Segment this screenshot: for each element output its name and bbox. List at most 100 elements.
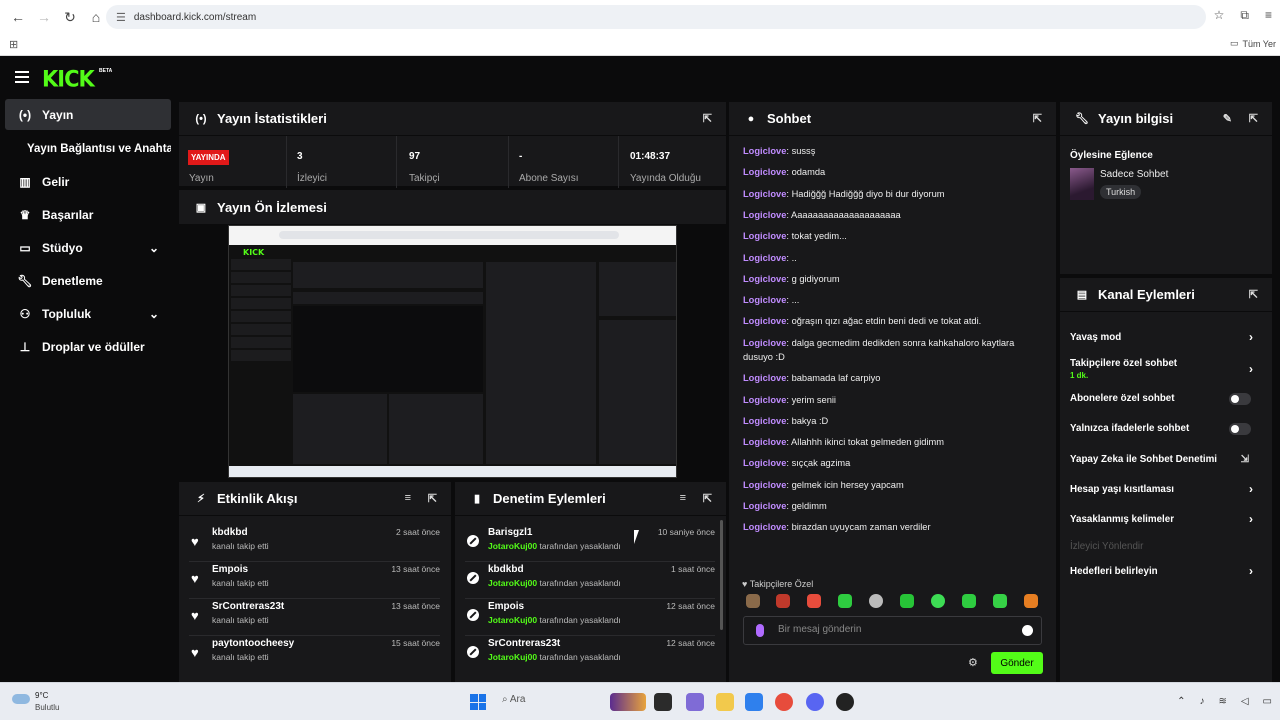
emote-icon[interactable] — [1024, 594, 1038, 608]
chat-username[interactable]: Logiclove — [743, 373, 786, 383]
banned-words-row[interactable]: Yasaklanmış kelimeler › — [1070, 512, 1265, 526]
chat-username[interactable]: Logiclove — [743, 295, 786, 305]
emote-icon[interactable] — [776, 594, 790, 608]
filter-icon[interactable]: ≡ — [680, 492, 686, 504]
file-explorer-icon[interactable] — [716, 693, 734, 711]
reading-list-icon[interactable]: ≡ — [1265, 8, 1272, 23]
emoji-icon[interactable] — [1022, 625, 1033, 636]
volume-icon[interactable]: ◁ — [1241, 696, 1249, 707]
send-button[interactable]: Gönder — [991, 652, 1043, 674]
username[interactable]: kbdkbd — [488, 564, 524, 575]
category-name[interactable]: Sadece Sohbet — [1100, 169, 1168, 180]
microphone-tray-icon[interactable]: ♪ — [1199, 696, 1204, 707]
username[interactable]: Empois — [212, 564, 248, 575]
external-link-icon: ⇲ — [1240, 454, 1249, 465]
popout-icon[interactable]: ⇱ — [1033, 112, 1042, 125]
windows-start-icon[interactable] — [470, 694, 486, 710]
account-age-row[interactable]: Hesap yaşı kısıtlaması › — [1070, 482, 1265, 496]
sidebar-item-drops[interactable]: ⊥ Droplar ve ödüller — [5, 331, 171, 362]
chat-username[interactable]: Logiclove — [743, 437, 786, 447]
username[interactable]: Empois — [488, 601, 524, 612]
popout-icon[interactable]: ⇱ — [703, 492, 712, 505]
wifi-icon[interactable]: ≋ — [1218, 696, 1226, 707]
sidebar-item-stream-key[interactable]: Yayın Bağlantısı ve Anahtarı — [5, 133, 171, 164]
chat-username[interactable]: Logiclove — [743, 316, 786, 326]
edit-pencil-icon[interactable]: ✎ — [1223, 112, 1232, 125]
menu-icon[interactable] — [15, 71, 29, 83]
chat-username[interactable]: Logiclove — [743, 253, 786, 263]
popout-icon[interactable]: ⇱ — [428, 492, 437, 505]
emote-icon[interactable] — [993, 594, 1007, 608]
bookmark-star-icon[interactable]: ☆ — [1214, 8, 1225, 23]
copilot-icon[interactable] — [686, 693, 704, 711]
gear-icon[interactable]: ⚙ — [968, 656, 978, 669]
stream-preview-video[interactable]: KICK — [228, 225, 677, 478]
sidebar-item-revenue[interactable]: ▥ Gelir — [5, 166, 171, 197]
microphone-icon[interactable] — [756, 624, 764, 637]
apps-grid-icon[interactable]: ⊞ — [9, 38, 18, 51]
set-goals-row[interactable]: Hedefleri belirleyin › — [1070, 564, 1265, 578]
app-icon[interactable] — [836, 693, 854, 711]
back-icon[interactable]: ← — [6, 5, 30, 29]
sidebar-item-community[interactable]: ⚇ Topluluk ⌄ — [5, 298, 171, 329]
emote-icon[interactable] — [900, 594, 914, 608]
chat-username[interactable]: Logiclove — [743, 458, 786, 468]
sidebar-item-moderation[interactable]: 🔧︎ Denetleme — [5, 265, 171, 296]
ai-moderation-row[interactable]: Yapay Zeka ile Sohbet Denetimi ⇲ — [1070, 454, 1265, 465]
username[interactable]: kbdkbd — [212, 527, 248, 538]
username[interactable]: paytontoocheesy — [212, 638, 294, 649]
address-bar[interactable]: ☰ dashboard.kick.com/stream — [106, 5, 1206, 29]
site-info-icon[interactable]: ☰ — [116, 11, 126, 24]
kick-logo[interactable]: KICK — [42, 66, 95, 91]
reload-icon[interactable]: ↻ — [58, 5, 82, 29]
popout-icon[interactable]: ⇱ — [1249, 112, 1258, 125]
sidebar-item-studio[interactable]: ▭ Stüdyo ⌄ — [5, 232, 171, 263]
chat-username[interactable]: Logiclove — [743, 210, 786, 220]
chat-username[interactable]: Logiclove — [743, 189, 786, 199]
taskbar-search[interactable]: ⌕ Ara — [502, 694, 525, 705]
popout-icon[interactable]: ⇱ — [703, 112, 712, 125]
home-icon[interactable]: ⌂ — [84, 5, 108, 29]
emote-icon[interactable] — [838, 594, 852, 608]
emote-icon[interactable] — [869, 594, 883, 608]
extensions-icon[interactable]: ⧉ — [1240, 8, 1249, 23]
chrome-icon[interactable] — [775, 693, 793, 711]
scrollbar[interactable] — [720, 520, 723, 630]
emotes-only-toggle[interactable] — [1229, 423, 1251, 435]
task-view-icon[interactable] — [654, 693, 672, 711]
subs-only-toggle[interactable] — [1229, 393, 1251, 405]
chat-username[interactable]: Logiclove — [743, 395, 786, 405]
emote-icon[interactable] — [962, 594, 976, 608]
chat-username[interactable]: Logiclove — [743, 501, 786, 511]
chevron-up-icon[interactable]: ⌃ — [1177, 696, 1185, 707]
sidebar-item-stream[interactable]: (•) Yayın — [5, 99, 171, 130]
emote-icon[interactable] — [807, 594, 821, 608]
emote-icon[interactable] — [931, 594, 945, 608]
search-highlight-icon[interactable] — [610, 693, 646, 711]
filter-icon[interactable]: ≡ — [405, 492, 411, 504]
forward-icon[interactable]: → — [32, 5, 56, 29]
slow-mode-row[interactable]: Yavaş mod › — [1070, 330, 1265, 344]
battery-icon[interactable]: ▭ — [1263, 696, 1272, 707]
discord-icon[interactable] — [806, 693, 824, 711]
followers-only-row[interactable]: Takipçilere özel sohbet 1 dk. › — [1070, 358, 1265, 380]
chat-username[interactable]: Logiclove — [743, 338, 786, 348]
chat-username[interactable]: Logiclove — [743, 167, 786, 177]
chat-username[interactable]: Logiclove — [743, 522, 786, 532]
chat-username[interactable]: Logiclove — [743, 231, 786, 241]
chat-username[interactable]: Logiclove — [743, 416, 786, 426]
chat-message: Logiclove: tokat yedim... — [743, 229, 1043, 243]
sidebar-item-achievements[interactable]: ♛ Başarılar — [5, 199, 171, 230]
emote-icon[interactable] — [746, 594, 760, 608]
chat-username[interactable]: Logiclove — [743, 146, 786, 156]
all-bookmarks-link[interactable]: Tüm Yer — [1242, 39, 1276, 49]
username[interactable]: SrContreras23t — [212, 601, 284, 612]
chat-message-input[interactable] — [778, 624, 1008, 635]
popout-icon[interactable]: ⇱ — [1249, 288, 1258, 301]
username[interactable]: SrContreras23t — [488, 638, 560, 649]
chat-username[interactable]: Logiclove — [743, 274, 786, 284]
weather-temp[interactable]: 9°C — [35, 691, 48, 700]
store-icon[interactable] — [745, 693, 763, 711]
chat-username[interactable]: Logiclove — [743, 480, 786, 490]
username[interactable]: Barisgzl1 — [488, 527, 532, 538]
